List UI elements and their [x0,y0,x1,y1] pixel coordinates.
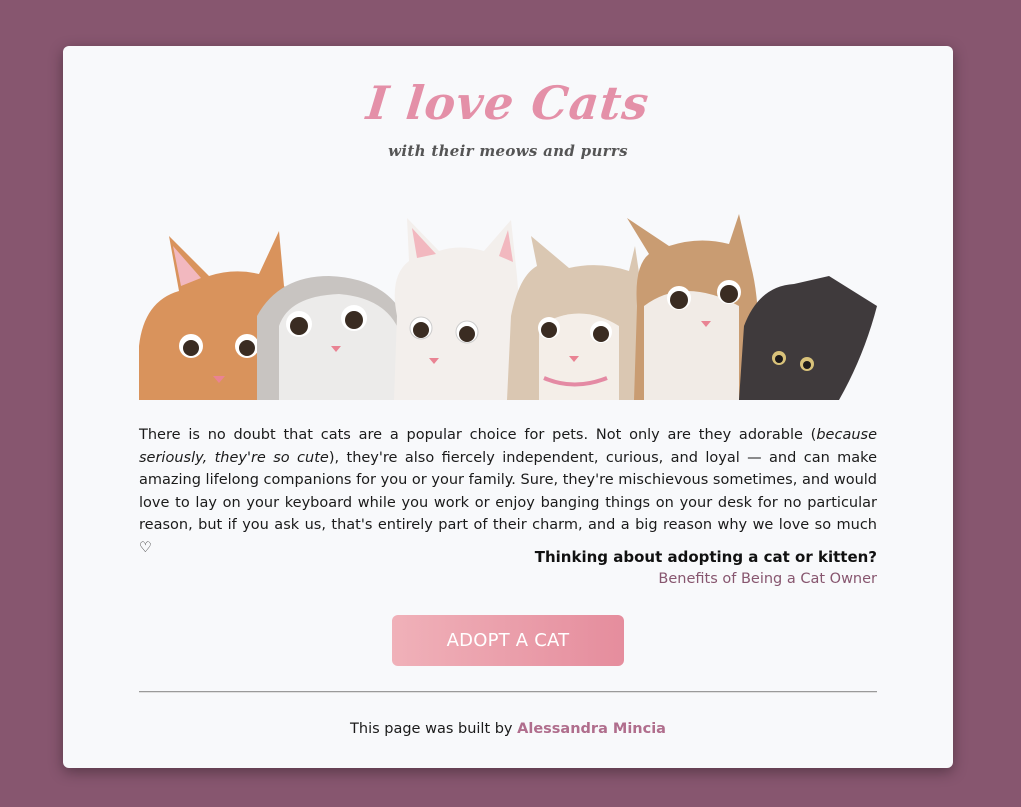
page-footer: This page was built by Alessandra Mincia [63,721,953,737]
calico-cat-icon [627,214,759,400]
intro-paragraph: There is no doubt that cats are a popula… [139,424,877,559]
page-subtitle: with their meows and purrs [388,142,628,160]
black-cat-icon [739,276,877,400]
adoption-question: Thinking about adopting a cat or kitten? [534,548,877,566]
intro-text-part1: There is no doubt that cats are a popula… [139,427,817,443]
content-card: I love Cats with their meows and purrs T… [63,46,953,768]
cream-cat-icon [507,236,649,400]
footer-divider [139,691,877,693]
footer-prefix: This page was built by [350,721,518,737]
white-cat-icon [394,218,520,400]
author-link[interactable]: Alessandra Mincia [517,721,666,737]
cats-illustration-icon [139,206,877,400]
page-title: I love Cats [364,76,652,130]
grey-cat-icon [257,276,414,400]
benefits-link[interactable]: Benefits of Being a Cat Owner [658,571,877,587]
adopt-a-cat-button[interactable]: ADOPT A CAT [392,615,624,666]
